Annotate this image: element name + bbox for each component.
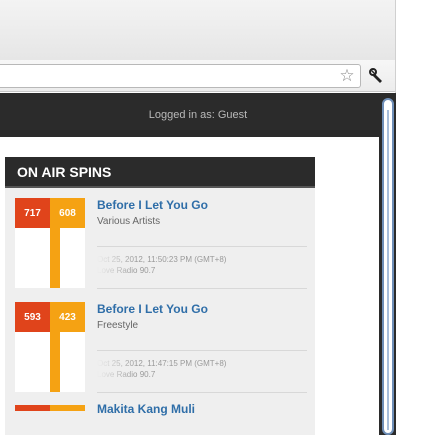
browser-titlebar	[0, 0, 435, 60]
section-title-text: ON AIR SPINS	[17, 163, 112, 180]
art-bar	[50, 332, 60, 392]
spin-item[interactable]: 593 423 Before I Let You Go Freestyle Oc…	[5, 292, 315, 393]
spin-item[interactable]: Makita Kang Muli	[5, 399, 315, 435]
album-art[interactable]: 593 423	[15, 302, 85, 392]
spin-artist: Various Artists	[97, 216, 161, 227]
section-title: ON AIR SPINS	[5, 157, 315, 188]
art-bar	[50, 228, 60, 288]
address-bar[interactable]	[0, 64, 361, 88]
art-left-badge: 717	[15, 198, 50, 228]
art-right-badge: 423	[50, 302, 85, 332]
login-status-bar: Logged in as: Guest	[0, 93, 396, 137]
album-art[interactable]	[15, 405, 85, 411]
art-left-badge: 593	[15, 302, 50, 332]
scrollbar-thumb[interactable]	[382, 98, 394, 435]
divider	[97, 392, 307, 393]
star-icon[interactable]: ☆	[337, 66, 357, 86]
wrench-icon[interactable]	[366, 65, 388, 87]
divider	[97, 350, 307, 351]
spin-item[interactable]: 717 608 Before I Let You Go Various Arti…	[5, 188, 315, 289]
window-margin	[396, 0, 435, 435]
spin-title[interactable]: Before I Let You Go	[97, 302, 208, 316]
spin-title[interactable]: Makita Kang Muli	[97, 402, 195, 416]
divider	[97, 288, 307, 289]
art-right-badge: 608	[50, 198, 85, 228]
page-content: ON AIR SPINS 717 608 Before I Let You Go…	[0, 137, 379, 435]
divider	[97, 246, 307, 247]
fade-overlay	[97, 358, 135, 380]
album-art[interactable]: 717 608	[15, 198, 85, 288]
spin-title[interactable]: Before I Let You Go	[97, 198, 208, 212]
fade-overlay	[97, 254, 135, 276]
spin-artist: Freestyle	[97, 320, 139, 331]
login-status-text: Logged in as: Guest	[148, 109, 248, 121]
spins-panel: 717 608 Before I Let You Go Various Arti…	[5, 188, 315, 435]
